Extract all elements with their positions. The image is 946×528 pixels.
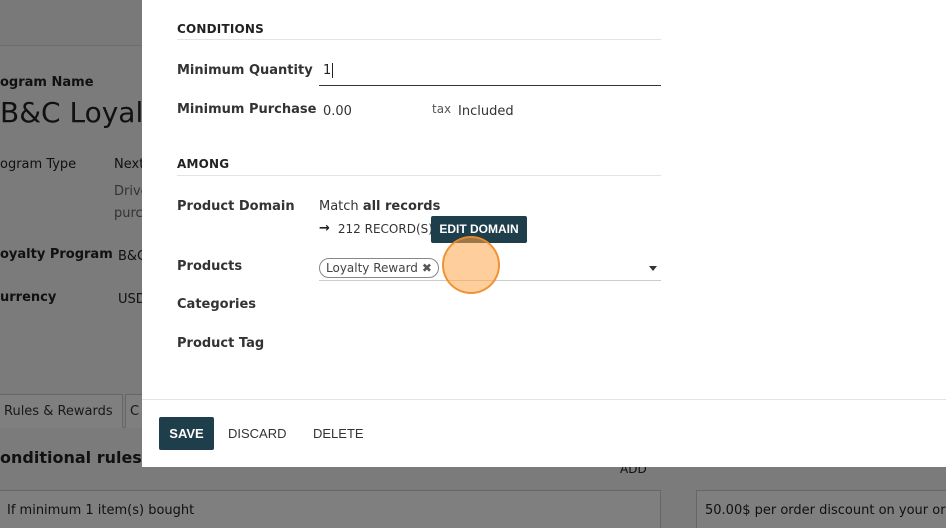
tax-label: tax [432,102,452,116]
discard-button[interactable]: DISCARD [218,417,297,450]
save-button[interactable]: SAVE [159,417,214,450]
product-domain-label: Product Domain [177,199,295,214]
conditions-divider [177,39,661,40]
delete-button[interactable]: DELETE [303,417,374,450]
domain-match-text: Match all records [319,199,440,214]
match-scope: all records [362,199,441,214]
product-tag-chip: Loyalty Reward ✖ [319,258,439,278]
remove-tag-icon[interactable]: ✖ [422,261,432,275]
conditions-section-title: CONDITIONS [177,22,265,36]
records-link[interactable]: → 212 RECORD(S) [319,221,433,236]
tax-mode-select[interactable]: Included [458,104,514,119]
among-section-title: AMONG [177,157,230,171]
product-tag-label: Product Tag [177,336,265,351]
minimum-purchase-label: Minimum Purchase [177,102,317,117]
minimum-quantity-label: Minimum Quantity [177,63,313,78]
footer-divider [142,399,946,400]
match-prefix: Match [319,199,359,214]
arrow-right-icon: → [319,221,330,236]
click-indicator [442,236,500,294]
among-divider [177,175,661,176]
minimum-quantity-input[interactable]: 1 [319,59,661,86]
product-tag-text: Loyalty Reward [326,261,418,275]
minimum-quantity-value: 1 [323,63,334,78]
records-count: 212 RECORD(S) [337,221,433,236]
minimum-purchase-input[interactable]: 0.00 [323,104,352,119]
chevron-down-icon[interactable] [649,266,657,271]
categories-label: Categories [177,297,257,312]
products-label: Products [177,259,243,274]
rule-dialog: CONDITIONS Minimum Quantity 1 Minimum Pu… [142,0,946,467]
